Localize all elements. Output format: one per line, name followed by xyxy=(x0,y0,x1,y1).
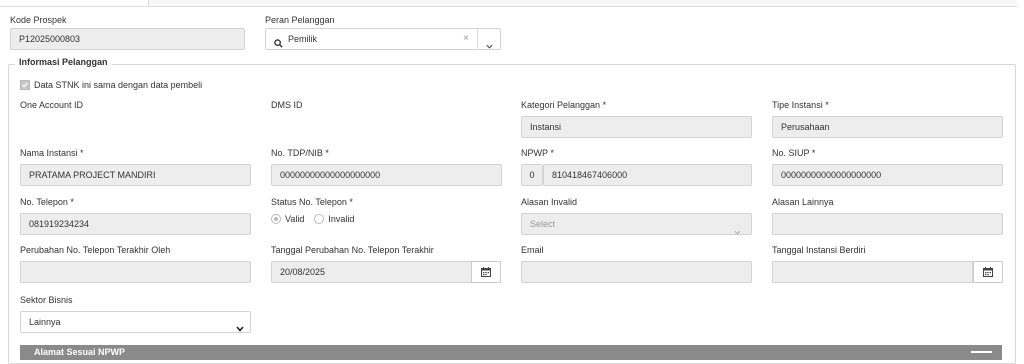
alamat-npwp-section-header[interactable]: Alamat Sesuai NPWP xyxy=(20,345,1002,360)
kategori-pelanggan-label: Kategori Pelanggan * xyxy=(521,100,607,110)
calendar-button[interactable] xyxy=(973,261,1003,283)
radio-invalid-label: Invalid xyxy=(328,214,355,224)
perubahan-oleh-label: Perubahan No. Telepon Terakhir Oleh xyxy=(20,245,171,255)
clear-icon[interactable]: × xyxy=(463,29,469,49)
radio-valid[interactable] xyxy=(271,214,281,224)
tab-strip-right xyxy=(148,0,1017,7)
siup-label: No. SIUP * xyxy=(772,148,816,158)
tab-strip-left xyxy=(0,0,148,7)
same-stnk-checkbox-row[interactable]: Data STNK ini sama dengan data pembeli xyxy=(20,80,202,90)
chevron-down-icon xyxy=(236,319,244,339)
tanggal-perubahan-field[interactable]: 20/08/2025 xyxy=(271,261,472,283)
radio-invalid[interactable] xyxy=(314,214,325,224)
tdp-nib-field[interactable]: 00000000000000000000 xyxy=(271,164,502,186)
calendar-icon xyxy=(983,267,993,277)
alasan-invalid-select[interactable]: Select xyxy=(521,213,752,235)
perubahan-oleh-field xyxy=(20,261,251,283)
checkbox-label: Data STNK ini sama dengan data pembeli xyxy=(34,80,203,90)
collapse-icon[interactable] xyxy=(971,351,992,353)
npwp-prefix-field[interactable]: 0 xyxy=(521,164,543,186)
tipe-instansi-field: Perusahaan xyxy=(772,116,1003,138)
search-icon xyxy=(274,35,283,55)
chevron-down-icon xyxy=(734,222,741,242)
chevron-down-icon[interactable] xyxy=(486,36,493,56)
checkbox-icon[interactable] xyxy=(20,80,30,90)
select-divider xyxy=(477,29,478,49)
siup-field[interactable]: 00000000000000000000 xyxy=(772,164,1003,186)
tanggal-perubahan-label: Tanggal Perubahan No. Telepon Terakhir xyxy=(271,245,434,255)
calendar-icon xyxy=(481,267,491,277)
telepon-label: No. Telepon * xyxy=(20,197,74,207)
kategori-pelanggan-field: Instansi xyxy=(521,116,752,138)
peran-pelanggan-select[interactable]: Pemilik × xyxy=(265,28,501,50)
radio-valid-label: Valid xyxy=(285,214,305,224)
tipe-instansi-label: Tipe Instansi * xyxy=(772,100,829,110)
calendar-button[interactable] xyxy=(471,261,501,283)
nama-instansi-label: Nama Instansi * xyxy=(20,148,84,158)
alasan-invalid-placeholder: Select xyxy=(530,219,556,229)
peran-pelanggan-label: Peran Pelanggan xyxy=(265,15,335,25)
kode-prospek-field: P12025000803 xyxy=(10,28,245,50)
sektor-bisnis-value: Lainnya xyxy=(29,317,61,327)
npwp-field[interactable]: 810418467406000 xyxy=(543,164,752,186)
peran-pelanggan-value: Pemilik xyxy=(288,34,318,44)
telepon-field[interactable]: 081919234234 xyxy=(20,213,251,235)
tdp-nib-label: No. TDP/NIB * xyxy=(271,148,329,158)
alamat-npwp-label: Alamat Sesuai NPWP xyxy=(34,347,126,357)
dms-id-label: DMS ID xyxy=(271,100,303,110)
alasan-lainnya-label: Alasan Lainnya xyxy=(772,197,834,207)
npwp-label: NPWP * xyxy=(521,148,554,158)
sektor-bisnis-select[interactable]: Lainnya xyxy=(20,311,251,333)
alasan-lainnya-field[interactable] xyxy=(772,213,1003,235)
alasan-invalid-label: Alasan Invalid xyxy=(521,197,578,207)
email-label: Email xyxy=(521,245,544,255)
one-account-id-label: One Account ID xyxy=(20,100,84,110)
nama-instansi-field[interactable]: PRATAMA PROJECT MANDIRI xyxy=(20,164,251,186)
status-telepon-radios: Valid Invalid xyxy=(271,214,354,224)
status-telepon-label: Status No. Telepon * xyxy=(271,197,353,207)
section-legend: Informasi Pelanggan xyxy=(15,57,112,67)
kode-prospek-label: Kode Prospek xyxy=(10,15,67,25)
sektor-bisnis-label: Sektor Bisnis xyxy=(20,295,73,305)
tanggal-berdiri-label: Tanggal Instansi Berdiri xyxy=(772,245,866,255)
email-field[interactable] xyxy=(521,261,752,283)
tanggal-berdiri-field[interactable] xyxy=(772,261,973,283)
